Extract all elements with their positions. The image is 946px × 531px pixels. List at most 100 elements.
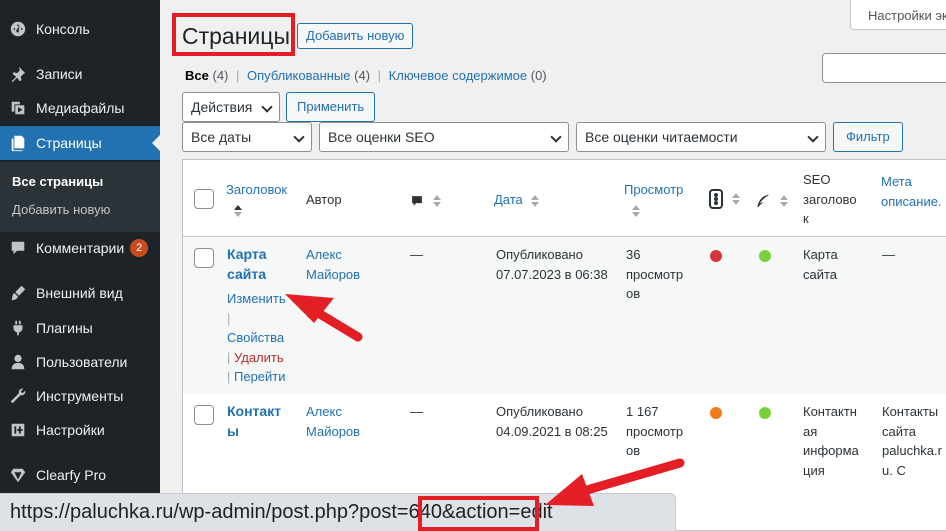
menu-item-dashboard[interactable]: Консоль [0, 12, 160, 46]
row-meta: Контакты сайта paluchka.r u. С [882, 402, 942, 480]
readability-score-dot [759, 250, 771, 262]
trash-link[interactable]: Удалить [234, 350, 284, 365]
column-author: Автор [306, 192, 342, 207]
row-date: Опубликовано 04.09.2021 в 08:25 [496, 402, 608, 441]
bulk-actions-value: Действия [191, 99, 253, 115]
comment-bubble-icon [412, 195, 422, 206]
seo-score-dot [710, 250, 722, 262]
menu-item-media[interactable]: Медиафайлы [0, 91, 160, 125]
meta-line: сайта [882, 423, 917, 439]
row-comments: — [410, 404, 423, 419]
menu-item-posts[interactable]: Записи [0, 57, 160, 91]
chevron-down-icon [807, 131, 819, 143]
views-line: 36 [626, 247, 641, 262]
views-line: просмотр [626, 423, 684, 439]
chevron-down-icon [293, 131, 305, 143]
column-seo-title-line: SEO [803, 172, 831, 187]
action-separator: | [227, 369, 234, 384]
date-filter-select[interactable]: Все даты [182, 122, 312, 152]
edit-link[interactable]: Изменить [227, 291, 286, 306]
menu-item-plugins[interactable]: Плагины [0, 311, 160, 345]
main-content: Настройки эк Страницы Добавить новую Все… [160, 0, 946, 531]
row-date: Опубликовано 07.07.2023 в 06:38 [496, 245, 608, 284]
column-seo-title-line: заголово [803, 191, 857, 207]
row-actions: Изменить | Свойства | Удалить | Перейти [227, 289, 286, 387]
select-all-checkbox[interactable] [194, 189, 214, 209]
seo-title-line: Карта [803, 247, 838, 262]
pages-submenu: Все страницы Добавить новую [0, 162, 160, 232]
chevron-down-icon [261, 101, 273, 113]
column-seo-title: SEO заголово к [803, 170, 857, 229]
quick-edit-link[interactable]: Свойства [227, 330, 284, 345]
row-title-line: Контакт [227, 403, 282, 419]
dashboard-icon [0, 20, 36, 38]
row-checkbox[interactable] [194, 405, 214, 425]
date-value: 07.07.2023 в 06:38 [496, 266, 608, 282]
screen-options-tab[interactable]: Настройки эк [850, 0, 946, 30]
plugins-icon [0, 319, 36, 337]
comments-count-badge: 2 [130, 239, 149, 257]
menu-item-tools[interactable]: Инструменты [0, 379, 160, 413]
view-cornerstone-link[interactable]: Ключевое содержимое [389, 68, 527, 83]
column-readability[interactable] [755, 190, 788, 210]
filter-button[interactable]: Фильтр [833, 122, 903, 152]
action-separator: | [227, 349, 234, 365]
submenu-add-new[interactable]: Добавить новую [12, 202, 110, 217]
view-link[interactable]: Перейти [234, 369, 286, 384]
column-seo-score[interactable] [709, 188, 740, 209]
column-title[interactable]: Заголовок [226, 180, 287, 220]
seo-title-line: информа [803, 443, 859, 458]
row-seo-title: Карта сайта [803, 245, 838, 284]
column-views-label: Просмотр [624, 182, 684, 197]
column-seo-title-line: к [803, 211, 809, 226]
row-meta: — [882, 247, 895, 262]
row-title[interactable]: Карта сайта [227, 245, 267, 284]
menu-item-settings[interactable]: Настройки [0, 413, 160, 447]
view-published-link[interactable]: Опубликованные [247, 68, 351, 83]
column-date[interactable]: Дата [494, 190, 540, 210]
view-all-link[interactable]: Все [185, 68, 209, 83]
seo-filter-value: Все оценки SEO [328, 129, 435, 145]
menu-label: Пользователи [36, 354, 128, 370]
menu-item-clearfy[interactable]: Clearfy Pro [0, 458, 160, 492]
apply-button[interactable]: Применить [286, 92, 376, 122]
submenu-all-pages[interactable]: Все страницы [12, 174, 103, 189]
menu-item-comments[interactable]: Комментарии 2 [0, 231, 160, 265]
row-author[interactable]: Алекс Майоров [306, 245, 360, 284]
table-row: Карта сайта Изменить | Свойства | Удалит… [183, 237, 946, 394]
column-views[interactable]: Просмотр [624, 180, 683, 220]
comments-icon [0, 239, 36, 257]
menu-label: Инструменты [36, 388, 124, 404]
menu-label: Медиафайлы [36, 100, 125, 116]
row-author[interactable]: Алекс Майоров [306, 402, 360, 441]
menu-item-pages[interactable]: Страницы [0, 126, 160, 160]
menu-item-users[interactable]: Пользователи [0, 345, 160, 379]
settings-icon [0, 421, 36, 439]
menu-label: Комментарии [36, 240, 125, 256]
column-comments[interactable] [410, 190, 441, 210]
add-new-button[interactable]: Добавить новую [297, 23, 414, 49]
browser-status-bar: https://paluchka.ru/wp-admin/post.php?po… [0, 493, 676, 531]
author-line: Алекс [306, 404, 342, 419]
sort-icon [531, 194, 540, 207]
meta-line: u. С [882, 462, 906, 478]
readability-score-dot [759, 407, 771, 419]
appearance-icon [0, 284, 36, 302]
readability-filter-select[interactable]: Все оценки читаемости [576, 122, 826, 152]
date-status: Опубликовано [496, 404, 583, 419]
readability-filter-value: Все оценки читаемости [585, 129, 738, 145]
pin-icon [0, 65, 36, 83]
row-checkbox[interactable] [194, 248, 214, 268]
row-title-line: ы [227, 422, 239, 439]
sort-icon [731, 192, 740, 205]
search-input[interactable] [822, 53, 946, 83]
menu-label: Внешний вид [36, 285, 123, 301]
menu-item-appearance[interactable]: Внешний вид [0, 276, 160, 310]
column-meta-description[interactable]: Мета описание. [881, 172, 942, 211]
column-meta-line: Мета [881, 174, 912, 189]
seo-filter-select[interactable]: Все оценки SEO [319, 122, 569, 152]
seo-title-line: Контактн [803, 404, 857, 419]
bulk-actions-select[interactable]: Действия [182, 92, 280, 122]
row-title[interactable]: Контакт ы [227, 402, 281, 441]
diamond-icon [0, 466, 36, 484]
